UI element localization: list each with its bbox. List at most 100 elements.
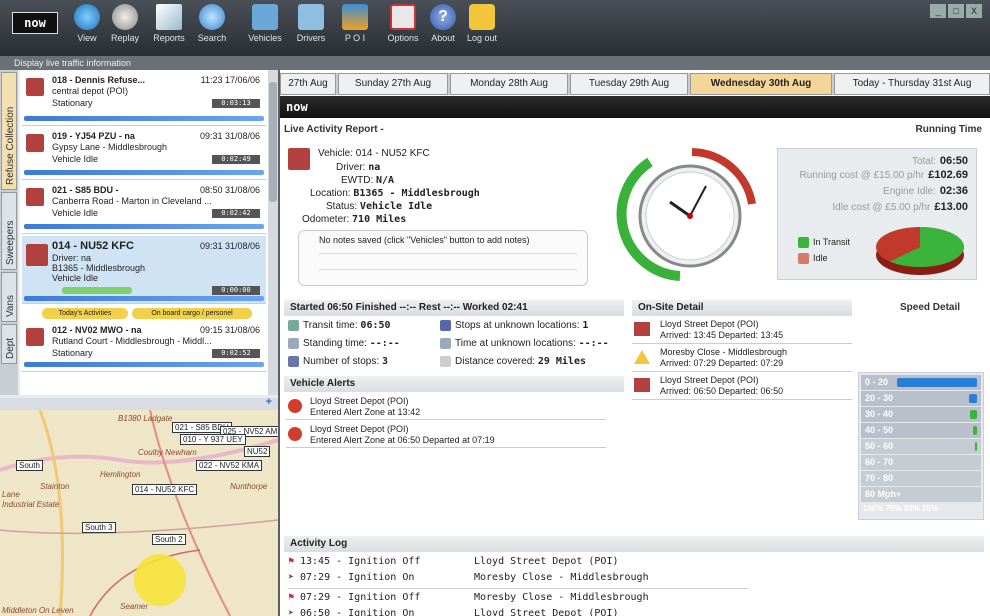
view-button[interactable]: View: [72, 4, 102, 54]
onsite-item[interactable]: Moresby Close - Middlesbrough Arrived: 07…: [632, 346, 852, 372]
drivers-button[interactable]: Drivers: [292, 4, 330, 54]
speed-bar: [969, 394, 977, 403]
vehicle-item[interactable]: 021 - S85 BDU - 08:50 31/08/06 Canberra …: [22, 182, 266, 234]
close-button[interactable]: X: [966, 4, 982, 18]
activity-bar: [24, 224, 264, 229]
main-toolbar: now View Replay Reports Search Vehicles …: [0, 0, 990, 56]
scroll-thumb[interactable]: [269, 82, 277, 202]
left-panel: Refuse Collection Sweepers Vans Dept 018…: [0, 70, 278, 616]
activity-bar: [24, 170, 264, 175]
tab-sweepers[interactable]: Sweepers: [1, 192, 17, 270]
vehicle-list: 018 - Dennis Refuse... 11:23 17/06/06 ce…: [20, 70, 268, 395]
warning-icon: [634, 350, 650, 364]
tab-day[interactable]: Sunday 27th Aug: [338, 73, 448, 95]
tab-refuse-collection[interactable]: Refuse Collection: [1, 72, 17, 190]
options-icon: [390, 4, 416, 30]
speed-bar: [975, 442, 977, 451]
speed-detail-title: Speed Detail: [900, 302, 961, 313]
tab-day-selected[interactable]: Wednesday 30th Aug: [690, 73, 832, 95]
info-bar[interactable]: Display live traffic information: [0, 56, 990, 70]
driver-value: na: [368, 162, 381, 173]
vehicle-alerts-header: Vehicle Alerts: [284, 376, 624, 392]
report-panel: 27th Aug Sunday 27th Aug Monday 28th Aug…: [280, 70, 990, 616]
alert-item[interactable]: Lloyd Street Depot (POI) Entered Alert Zo…: [286, 394, 606, 420]
elapsed-badge: 0:02:42: [212, 209, 260, 218]
logout-button[interactable]: Log out: [462, 4, 502, 54]
map-view[interactable]: 021 - S85 BDU 025 - NV52 AM 010 - Y 937 …: [0, 410, 278, 616]
day-tabs: 27th Aug Sunday 27th Aug Monday 28th Aug…: [280, 73, 990, 95]
lock-icon: [469, 4, 495, 30]
number-of-stops: Number of stops: 3: [288, 356, 388, 367]
map-vehicle-label[interactable]: 010 - Y 937 UEY: [180, 434, 246, 445]
tab-day[interactable]: 27th Aug: [280, 73, 336, 95]
map-poi-label[interactable]: South 2: [152, 534, 186, 545]
replay-button[interactable]: Replay: [108, 4, 142, 54]
onsite-item[interactable]: Lloyd Street Depot (POI) Arrived: 06:50 D…: [632, 374, 852, 400]
transit-time: Transit time: 06:50: [288, 320, 391, 331]
onsite-item[interactable]: Lloyd Street Depot (POI) Arrived: 13:45 D…: [632, 318, 852, 344]
elapsed-badge: 0:02:52: [212, 349, 260, 358]
search-button[interactable]: Search: [194, 4, 230, 54]
vehicle-group-tabs: Refuse Collection Sweepers Vans Dept: [0, 70, 18, 395]
about-button[interactable]: ? About: [426, 4, 460, 54]
unknown-stops: Stops at unknown locations: 1: [440, 320, 588, 331]
chart-icon: [156, 4, 182, 30]
tab-day[interactable]: Tuesday 29th Aug: [570, 73, 688, 95]
tab-day[interactable]: Monday 28th Aug: [450, 73, 568, 95]
live-activity-report: Live Activity Report - Running Time Vehi…: [280, 120, 990, 616]
map-vehicle-label[interactable]: 022 - NV52 KMA: [196, 460, 263, 471]
alert-icon: [288, 399, 302, 413]
engine-idle-value: 02:36: [939, 185, 968, 197]
truck-icon: [26, 188, 44, 206]
now-logo: now: [12, 12, 58, 34]
map-poi-label[interactable]: South 3: [82, 522, 116, 533]
vehicles-button[interactable]: Vehicles: [244, 4, 286, 54]
reports-button[interactable]: Reports: [150, 4, 188, 54]
tab-vans[interactable]: Vans: [1, 272, 17, 322]
legend-idle: Idle: [798, 253, 828, 265]
vehicle-item-selected[interactable]: 014 - NU52 KFC 09:31 31/08/06 Driver: na…: [22, 236, 266, 304]
map-poi-label[interactable]: South: [16, 460, 43, 471]
cargo-dropdown[interactable]: On board cargo / personel: [132, 308, 252, 319]
truck-icon: [634, 322, 650, 336]
speed-row: 20 - 30: [861, 391, 981, 406]
speed-row: 40 - 50: [861, 423, 981, 438]
speed-row: 80 Mph+: [861, 487, 981, 502]
map-vehicle-label[interactable]: NU52: [244, 446, 271, 457]
vehicle-item[interactable]: 012 - NV02 MWO - na 09:15 31/08/06 Rutla…: [22, 322, 266, 372]
poi-button[interactable]: P O I: [338, 4, 372, 54]
zoom-in-icon[interactable]: +: [266, 396, 272, 408]
truck-icon: [26, 328, 44, 346]
unknown-time: Time at unknown locations: --:--: [440, 338, 609, 349]
idle-cost-value: £13.00: [934, 201, 968, 213]
vehicle-item[interactable]: 018 - Dennis Refuse... 11:23 17/06/06 ce…: [22, 72, 266, 126]
options-button[interactable]: Options: [384, 4, 422, 54]
maximize-button[interactable]: □: [948, 4, 964, 18]
tab-day[interactable]: Today - Thursday 31st Aug: [834, 73, 990, 95]
map-vehicle-label[interactable]: 014 - NU52 KFC: [132, 484, 198, 495]
map-toolbar: +: [0, 396, 278, 410]
activity-bar: [24, 296, 264, 301]
distance-covered: Distance covered: 29 Miles: [440, 356, 586, 367]
progress-bar: [62, 287, 132, 294]
elapsed-badge: 0:00:00: [212, 286, 260, 295]
truck-icon: [26, 134, 44, 152]
standing-time: Standing time: --:--: [288, 338, 400, 349]
alert-item[interactable]: Lloyd Street Depot (POI) Entered Alert Zo…: [286, 422, 606, 448]
notes-box[interactable]: No notes saved (click "Vehicles" button …: [298, 230, 588, 286]
vehicle-item[interactable]: 019 - YJ54 PZU - na 09:31 31/08/06 Gypsy…: [22, 128, 266, 180]
tab-dept[interactable]: Dept: [1, 324, 17, 364]
vehicle-icon: [252, 4, 278, 30]
globe-icon: [74, 4, 100, 30]
speed-row: 60 - 70: [861, 455, 981, 470]
minimize-button[interactable]: _: [930, 4, 946, 18]
info-bar-text: Display live traffic information: [14, 58, 131, 68]
running-cost-value: £102.69: [928, 169, 968, 181]
truck-icon: [26, 78, 44, 96]
speed-row: 0 - 20: [861, 375, 981, 390]
truck-icon: [288, 148, 310, 170]
activities-dropdown[interactable]: Today's Activities: [42, 308, 128, 319]
vehicle-list-scrollbar[interactable]: [268, 70, 278, 395]
onsite-detail-header: On-Site Detail: [632, 300, 852, 316]
vehicle-field: Vehicle: 014 - NU52 KFC: [318, 148, 430, 159]
